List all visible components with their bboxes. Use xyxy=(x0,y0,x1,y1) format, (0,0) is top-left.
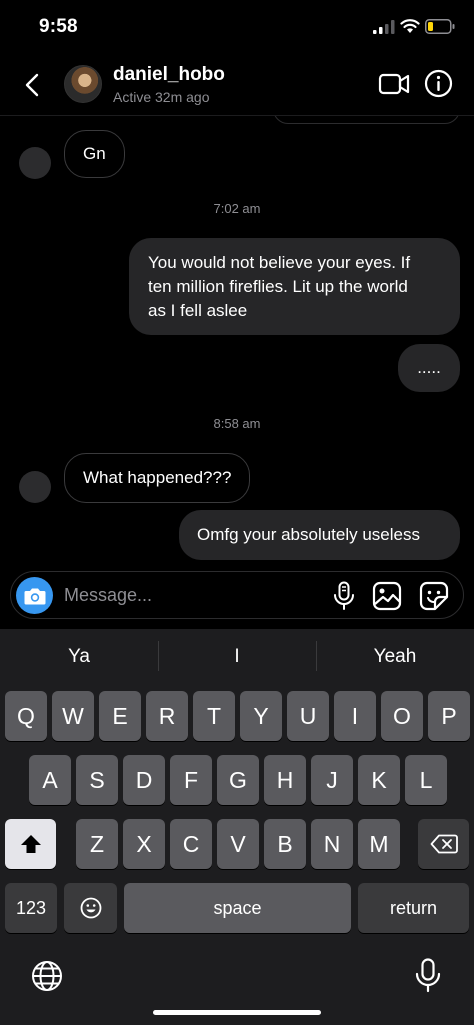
space-key[interactable]: space xyxy=(124,883,351,933)
keyboard: Ya I Yeah Q W E R T Y U I O P A S D F G … xyxy=(0,629,474,1025)
contact-avatar[interactable] xyxy=(64,65,102,103)
cellular-signal-icon xyxy=(373,20,395,34)
shift-arrow-icon xyxy=(20,835,41,853)
delete-key[interactable] xyxy=(418,819,469,869)
sender-avatar xyxy=(19,147,51,179)
camera-icon xyxy=(24,588,45,604)
home-indicator[interactable] xyxy=(153,1010,321,1015)
return-key[interactable]: return xyxy=(358,883,469,933)
incoming-message[interactable]: Gn xyxy=(64,130,125,178)
microphone-icon[interactable] xyxy=(331,581,357,611)
wifi-icon xyxy=(400,19,420,33)
key-h[interactable]: H xyxy=(264,755,306,805)
key-z[interactable]: Z xyxy=(76,819,118,869)
key-b[interactable]: B xyxy=(264,819,306,869)
message-composer xyxy=(10,571,464,619)
gallery-icon[interactable] xyxy=(372,581,402,611)
key-v[interactable]: V xyxy=(217,819,259,869)
emoji-key[interactable] xyxy=(64,883,117,933)
key-j[interactable]: J xyxy=(311,755,353,805)
message-text: Gn xyxy=(83,144,106,163)
status-bar: 9:58 xyxy=(0,0,474,56)
suggestion-item[interactable]: I xyxy=(158,629,316,685)
contact-username[interactable]: daniel_hobo xyxy=(113,64,225,86)
sticker-icon[interactable] xyxy=(419,581,449,611)
key-r[interactable]: R xyxy=(146,691,188,741)
key-n[interactable]: N xyxy=(311,819,353,869)
predictive-suggestions: Ya I Yeah xyxy=(0,629,474,685)
status-time: 9:58 xyxy=(39,16,78,37)
suggestion-item[interactable]: Yeah xyxy=(316,629,474,685)
message-timestamp: 7:02 am xyxy=(213,201,261,216)
backspace-icon xyxy=(430,834,458,854)
emoji-icon xyxy=(80,897,101,919)
outgoing-message[interactable]: ..... xyxy=(398,344,460,392)
outgoing-message[interactable]: You would not believe your eyes. If ten … xyxy=(129,238,460,335)
key-p[interactable]: P xyxy=(428,691,470,741)
message-text: You would not believe your eyes. If ten … xyxy=(148,251,410,323)
message-text: Omfg your absolutely useless xyxy=(197,525,420,544)
key-c[interactable]: C xyxy=(170,819,212,869)
camera-button[interactable] xyxy=(16,577,53,614)
key-o[interactable]: O xyxy=(381,691,423,741)
key-u[interactable]: U xyxy=(287,691,329,741)
suggestion-item[interactable]: Ya xyxy=(0,629,158,685)
globe-icon[interactable] xyxy=(30,959,64,993)
numbers-key[interactable]: 123 xyxy=(5,883,57,933)
key-i[interactable]: I xyxy=(334,691,376,741)
outgoing-message[interactable]: Omfg your absolutely useless xyxy=(179,510,460,560)
key-k[interactable]: K xyxy=(358,755,400,805)
key-a[interactable]: A xyxy=(29,755,71,805)
message-text: ..... xyxy=(417,358,441,377)
message-thread[interactable]: Gn 7:02 am You would not believe your ey… xyxy=(0,116,474,568)
key-x[interactable]: X xyxy=(123,819,165,869)
message-timestamp: 8:58 am xyxy=(213,416,261,431)
previous-message-bubble xyxy=(273,116,460,124)
key-d[interactable]: D xyxy=(123,755,165,805)
dictation-microphone-icon[interactable] xyxy=(414,958,442,994)
back-chevron-icon[interactable] xyxy=(18,70,48,100)
key-w[interactable]: W xyxy=(52,691,94,741)
key-f[interactable]: F xyxy=(170,755,212,805)
key-s[interactable]: S xyxy=(76,755,118,805)
battery-icon xyxy=(425,19,455,34)
key-g[interactable]: G xyxy=(217,755,259,805)
video-call-icon[interactable] xyxy=(378,71,410,97)
shift-key[interactable] xyxy=(5,819,56,869)
key-y[interactable]: Y xyxy=(240,691,282,741)
message-line: as I fell aslee xyxy=(148,300,248,320)
message-line: You would not believe your eyes. If xyxy=(148,252,411,272)
message-text: What happened??? xyxy=(83,468,232,487)
active-status: Active 32m ago xyxy=(113,89,210,105)
message-line: ten million fireflies. Lit up the world xyxy=(148,276,408,296)
key-t[interactable]: T xyxy=(193,691,235,741)
key-l[interactable]: L xyxy=(405,755,447,805)
incoming-message[interactable]: What happened??? xyxy=(64,453,251,503)
key-m[interactable]: M xyxy=(358,819,400,869)
message-input[interactable] xyxy=(64,572,324,618)
key-e[interactable]: E xyxy=(99,691,141,741)
sender-avatar xyxy=(19,471,51,503)
info-icon[interactable] xyxy=(424,69,453,98)
key-q[interactable]: Q xyxy=(5,691,47,741)
conversation-header: daniel_hobo Active 32m ago xyxy=(0,56,474,116)
